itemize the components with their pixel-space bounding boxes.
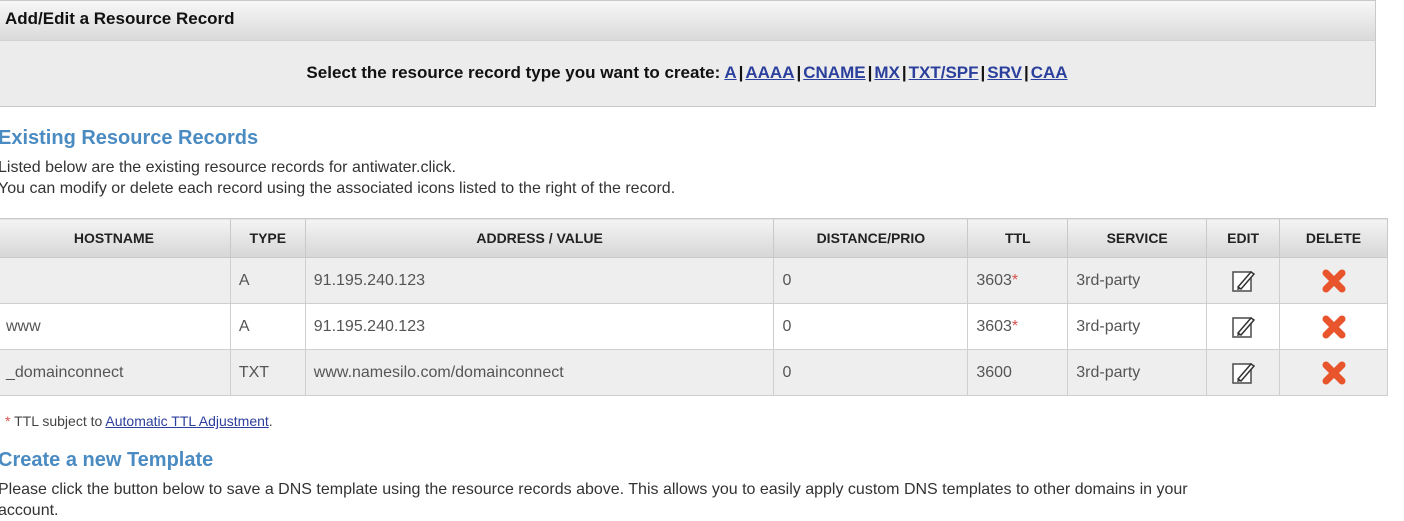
- edit-icon[interactable]: [1230, 314, 1256, 340]
- create-template-text: Please click the button below to save a …: [0, 479, 1398, 521]
- ttl-value: 3600: [976, 363, 1012, 381]
- cell-service: 3rd-party: [1067, 303, 1208, 350]
- col-address-value: ADDRESS / VALUE: [304, 218, 775, 258]
- panel-title: Add/Edit a Resource Record: [0, 1, 1375, 41]
- note-suffix: .: [268, 413, 273, 429]
- col-distance-prio: DISTANCE/PRIO: [773, 218, 969, 258]
- record-type-link-a[interactable]: A: [724, 63, 736, 82]
- existing-records-intro: Listed below are the existing resource r…: [0, 157, 675, 199]
- table-header-row: HOSTNAME TYPE ADDRESS / VALUE DISTANCE/P…: [0, 218, 1388, 258]
- cell-ttl: 3603*: [967, 303, 1069, 350]
- cell-hostname: _domainconnect: [0, 349, 231, 396]
- cell-prio: 0: [773, 349, 969, 396]
- col-type: TYPE: [229, 218, 306, 258]
- cell-ttl: 3603*: [967, 257, 1069, 304]
- add-record-panel: Add/Edit a Resource Record Select the re…: [0, 0, 1376, 107]
- record-type-link-srv[interactable]: SRV: [987, 63, 1022, 82]
- template-text-line-2: account.: [0, 502, 59, 519]
- record-type-link-txt-spf[interactable]: TXT/SPF: [909, 63, 979, 82]
- cell-delete: [1279, 257, 1388, 304]
- ttl-value: 3603: [976, 317, 1012, 335]
- automatic-ttl-link[interactable]: Automatic TTL Adjustment: [105, 413, 268, 429]
- table-row: _domainconnect TXT www.namesilo.com/doma…: [0, 349, 1388, 396]
- cell-type: A: [229, 257, 306, 304]
- create-template-heading: Create a new Template: [0, 449, 214, 471]
- intro-line-1: Listed below are the existing resource r…: [0, 159, 456, 176]
- table-row: A 91.195.240.123 0 3603* 3rd-party: [0, 257, 1388, 304]
- cell-prio: 0: [773, 257, 969, 304]
- cell-prio: 0: [773, 303, 969, 350]
- cell-type: TXT: [229, 349, 306, 396]
- existing-records-heading: Existing Resource Records: [0, 127, 259, 149]
- cell-edit: [1206, 257, 1281, 304]
- cell-delete: [1279, 303, 1388, 350]
- cell-service: 3rd-party: [1067, 349, 1208, 396]
- cell-delete: [1279, 349, 1388, 396]
- ttl-value: 3603: [976, 271, 1012, 289]
- cell-hostname: www: [0, 303, 231, 350]
- template-text-line-1: Please click the button below to save a …: [0, 481, 1188, 498]
- cell-ttl: 3600: [967, 349, 1069, 396]
- ttl-star: *: [1011, 271, 1019, 289]
- delete-x-icon[interactable]: [1318, 311, 1350, 343]
- cell-value: www.namesilo.com/domainconnect: [304, 349, 775, 396]
- col-delete: DELETE: [1279, 218, 1388, 258]
- cell-type: A: [229, 303, 306, 350]
- record-type-selector: Select the resource record type you want…: [306, 63, 1068, 82]
- intro-line-2: You can modify or delete each record usi…: [0, 180, 676, 197]
- edit-icon[interactable]: [1230, 360, 1256, 386]
- records-table: HOSTNAME TYPE ADDRESS / VALUE DISTANCE/P…: [0, 218, 1388, 396]
- col-hostname: HOSTNAME: [0, 218, 231, 258]
- record-type-link-cname[interactable]: CNAME: [803, 63, 865, 82]
- note-prefix: TTL subject to: [10, 413, 106, 429]
- cell-edit: [1206, 303, 1281, 350]
- table-row: www A 91.195.240.123 0 3603* 3rd-party: [0, 303, 1388, 350]
- delete-x-icon[interactable]: [1318, 357, 1350, 389]
- cell-edit: [1206, 349, 1281, 396]
- col-ttl: TTL: [967, 218, 1069, 258]
- edit-icon[interactable]: [1230, 268, 1256, 294]
- cell-value: 91.195.240.123: [304, 257, 775, 304]
- delete-x-icon[interactable]: [1318, 265, 1350, 297]
- cell-service: 3rd-party: [1067, 257, 1208, 304]
- ttl-star: *: [1011, 317, 1019, 335]
- record-type-link-mx[interactable]: MX: [874, 63, 900, 82]
- cell-value: 91.195.240.123: [304, 303, 775, 350]
- col-service: SERVICE: [1067, 218, 1208, 258]
- cell-hostname: [0, 257, 231, 304]
- ttl-note: * TTL subject to Automatic TTL Adjustmen…: [5, 413, 273, 429]
- record-type-link-aaaa[interactable]: AAAA: [745, 63, 794, 82]
- col-edit: EDIT: [1206, 218, 1281, 258]
- record-type-link-caa[interactable]: CAA: [1031, 63, 1068, 82]
- record-type-prompt: Select the resource record type you want…: [306, 63, 721, 82]
